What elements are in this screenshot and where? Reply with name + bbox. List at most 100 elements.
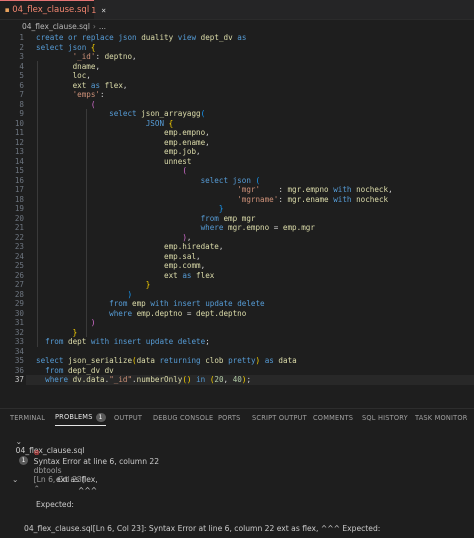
code-text: ext as flex, [72, 80, 128, 90]
code-line[interactable]: 24 emp.sal, [0, 252, 474, 262]
code-line[interactable]: 7 'emps': [0, 90, 474, 100]
code-text: from dept with insert update delete; [45, 337, 210, 346]
code-line[interactable]: 19 } [0, 204, 474, 214]
code-line[interactable]: 9 select json_arrayagg( [0, 109, 474, 119]
code-line[interactable]: 1 create or replace json duality view dep… [0, 33, 474, 43]
code-line[interactable]: 6 ext as flex, [0, 81, 474, 91]
code-line[interactable]: 36 from dept_dv dv [0, 366, 474, 376]
problem-message: Syntax Error at line 6, column 22 [33, 457, 160, 466]
code-line[interactable]: 34 [0, 347, 474, 357]
chevron-up-icon[interactable]: ⌃ [34, 484, 40, 493]
line-number: 20 [14, 213, 24, 223]
code-line[interactable]: 20 from emp mgr [0, 214, 474, 224]
code-text: } [218, 204, 224, 213]
code-line[interactable]: 35 select json_serialize(data returning c… [0, 356, 474, 366]
line-number: 11 [14, 128, 24, 137]
code-line[interactable]: 23 emp.hiredate, [0, 242, 474, 252]
code-text: emp.empno, [164, 128, 210, 137]
code-line[interactable]: 21 where mgr.empno = emp.mgr [0, 223, 474, 233]
line-number: 6 [19, 80, 24, 90]
code-line[interactable]: 29 from emp with insert update delete [0, 299, 474, 309]
line-number: 26 [14, 270, 24, 280]
code-text: 'mgr' : mgr.empno with nocheck, [237, 185, 393, 194]
tab-terminal[interactable]: TERMINAL [10, 409, 45, 426]
code-text: select json ( [200, 175, 261, 185]
tab-comments[interactable]: COMMENTS [313, 409, 353, 426]
line-number: 23 [14, 242, 24, 251]
line-number: 37 [14, 375, 24, 384]
problem-summary[interactable]: 04_flex_clause.sql[Ln 6, Col 23]: Syntax… [24, 524, 380, 533]
code-editor[interactable]: 1 create or replace json duality view dep… [0, 33, 474, 397]
code-line[interactable]: 3 '_id': deptno, [0, 52, 474, 62]
tab-sql-history[interactable]: SQL HISTORY [362, 409, 408, 426]
code-line[interactable]: 30 where emp.deptno = dept.deptno [0, 309, 474, 319]
line-number: 12 [14, 137, 24, 147]
line-number: 35 [14, 356, 24, 365]
code-text: ext as flex [164, 270, 215, 280]
code-line[interactable]: 25 emp.comm, [0, 261, 474, 271]
code-line[interactable]: 16 select json ( [0, 176, 474, 186]
code-line[interactable]: 14 unnest [0, 157, 474, 167]
code-text: emp.comm, [164, 261, 206, 270]
code-text: where mgr.empno = emp.mgr [200, 223, 315, 232]
code-text: where emp.deptno = dept.deptno [109, 308, 247, 318]
tab-task-monitor[interactable]: TASK MONITOR [415, 409, 468, 426]
code-text: } [72, 327, 78, 337]
tab-script-output[interactable]: SCRIPT OUTPUT [252, 409, 307, 426]
line-number: 32 [14, 327, 24, 337]
code-line[interactable]: 8 ( [0, 100, 474, 110]
line-number: 15 [14, 166, 24, 175]
line-number: 13 [14, 147, 24, 156]
code-line[interactable]: 4 dname, [0, 62, 474, 72]
code-line[interactable]: 17 'mgr' : mgr.empno with nocheck, [0, 185, 474, 195]
breadcrumb-more[interactable]: ... [99, 22, 106, 31]
problems-panel: ⌄ 04_flex_clause.sql 1 ⊗ Syntax Error at… [0, 425, 474, 538]
panel-tab-label: SCRIPT OUTPUT [252, 413, 307, 422]
code-line[interactable]: 18 'mgrname': mgr.ename with nocheck [0, 195, 474, 205]
code-text: where dv.data."_id".numberOnly() in (20,… [45, 375, 252, 384]
chevron-down-icon[interactable]: ⌄ [12, 475, 18, 484]
breadcrumb-file[interactable]: 04_flex_clause.sql [22, 22, 90, 31]
line-number: 1 [19, 33, 24, 42]
tab-ports[interactable]: PORTS [218, 409, 240, 426]
panel-tab-label: PORTS [218, 413, 241, 422]
code-line[interactable]: 32 } [0, 328, 474, 338]
line-number: 34 [14, 346, 24, 356]
code-text: select json_serialize(data returning clo… [36, 356, 297, 365]
code-line[interactable]: 26 ext as flex [0, 271, 474, 281]
line-number: 22 [14, 232, 24, 242]
tab-04-flex-clause[interactable]: ◼ 04_flex_clause.sql 1 × [0, 0, 106, 19]
tab-output[interactable]: OUTPUT [114, 409, 142, 426]
code-line[interactable]: 12 emp.ename, [0, 138, 474, 148]
code-line[interactable]: 5 loc, [0, 71, 474, 81]
code-text: select json_arrayagg( [109, 109, 206, 118]
line-number: 10 [14, 118, 24, 128]
code-line[interactable]: 33 from dept with insert update delete; [0, 337, 474, 347]
code-line[interactable]: 37 where dv.data."_id".numberOnly() in (… [0, 375, 474, 385]
code-line[interactable]: 31 ) [0, 318, 474, 328]
code-line[interactable]: 28 ) [0, 290, 474, 300]
code-line[interactable]: 15 ( [0, 166, 474, 176]
code-line[interactable]: 2 select json { [0, 43, 474, 53]
code-line[interactable]: 13 emp.job, [0, 147, 474, 157]
code-line[interactable]: 27 } [0, 280, 474, 290]
line-number: 31 [14, 318, 24, 327]
line-number: 5 [19, 71, 24, 80]
code-line[interactable]: 10 JSON { [0, 119, 474, 129]
tab-debug-console[interactable]: DEBUG CONSOLE [153, 409, 213, 426]
line-number: 4 [19, 61, 24, 71]
error-icon: ⊗ [33, 448, 41, 457]
code-line[interactable]: 11 emp.empno, [0, 128, 474, 138]
chevron-down-icon[interactable]: ⌄ [16, 437, 22, 446]
problem-detail-caret: ^^^ [78, 486, 98, 495]
line-number: 7 [19, 90, 24, 99]
line-number: 33 [14, 337, 24, 346]
tab-problems[interactable]: PROBLEMS 1 [55, 409, 106, 426]
panel-tab-label: PROBLEMS [55, 413, 93, 421]
editor-tab-bar: ◼ 04_flex_clause.sql 1 × [0, 0, 474, 20]
panel-tab-label: DEBUG CONSOLE [153, 413, 214, 422]
code-text: ) [90, 318, 96, 327]
code-line[interactable]: 22 ), [0, 233, 474, 243]
panel-tab-label: TERMINAL [10, 413, 46, 422]
close-icon[interactable]: × [101, 6, 106, 15]
